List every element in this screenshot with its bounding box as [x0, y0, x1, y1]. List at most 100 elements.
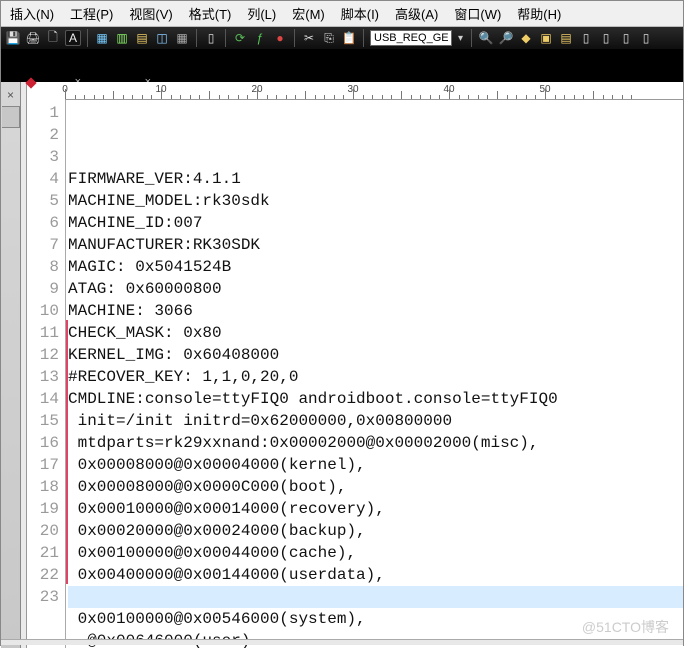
code-line[interactable]: KERNEL_IMG: 0x60408000	[68, 344, 683, 366]
line-number: 15	[27, 410, 59, 432]
collapse-icon[interactable]: ×	[7, 88, 14, 102]
dropdown-icon[interactable]: ▾	[456, 33, 465, 44]
menu-bar: 插入(N) 工程(P) 视图(V) 格式(T) 列(L) 宏(M) 脚本(I) …	[1, 1, 683, 27]
print-icon[interactable]: 🖨	[25, 30, 41, 46]
left-panel-collapsed[interactable]: ×	[1, 82, 21, 648]
tool-icon-5[interactable]: ▦	[174, 30, 190, 46]
refresh-icon[interactable]: ⟳	[232, 30, 248, 46]
code-line[interactable]: init=/init initrd=0x62000000,0x00800000	[68, 410, 683, 432]
doc-icon[interactable]: ▯	[203, 30, 219, 46]
line-number: 23	[27, 586, 59, 608]
line-number: 6	[27, 212, 59, 234]
tool-icon-d[interactable]: ▯	[598, 30, 614, 46]
line-number: 11	[27, 322, 59, 344]
line-number: 17	[27, 454, 59, 476]
line-number: 18	[27, 476, 59, 498]
menu-project[interactable]: 工程(P)	[67, 3, 116, 24]
tool-icon-2[interactable]: ▥	[114, 30, 130, 46]
tool-icon-e[interactable]: ▯	[618, 30, 634, 46]
find-next-icon[interactable]: 🔎	[498, 30, 514, 46]
code-line[interactable]: MACHINE_MODEL:rk30sdk	[68, 190, 683, 212]
search-input[interactable]	[370, 30, 452, 46]
margin-marker	[66, 320, 68, 584]
ruler: 01020304050	[65, 82, 683, 100]
line-number: 10	[27, 300, 59, 322]
editor: 01020304050 1234567891011121314151617181…	[27, 82, 683, 648]
tool-icon-3[interactable]: ▤	[134, 30, 150, 46]
code-area: 1234567891011121314151617181920212223 FI…	[27, 100, 683, 648]
code-line[interactable]: MAGIC: 0x5041524B	[68, 256, 683, 278]
paste-icon[interactable]: 📋	[341, 30, 357, 46]
toolbar-separator	[363, 29, 364, 47]
code-line[interactable]: MANUFACTURER:RK30SDK	[68, 234, 683, 256]
code-line[interactable]: 0x00100000@0x00546000(system),	[68, 608, 683, 630]
code-line[interactable]: 0x00400000@0x00144000(userdata),	[68, 564, 683, 586]
line-number: 2	[27, 124, 59, 146]
tool-icon-b[interactable]: ▤	[558, 30, 574, 46]
code-line[interactable]: FIRMWARE_VER:4.1.1	[68, 168, 683, 190]
menu-column[interactable]: 列(L)	[244, 3, 279, 24]
code-line[interactable]: mtdparts=rk29xxnand:0x00002000@0x0000200…	[68, 432, 683, 454]
line-number: 20	[27, 520, 59, 542]
preview-icon[interactable]: 🗋	[45, 30, 61, 46]
code-line[interactable]: 0x00010000@0x00014000(recovery),	[68, 498, 683, 520]
save-icon[interactable]: 💾	[5, 30, 21, 46]
tool-icon-f[interactable]: ▯	[638, 30, 654, 46]
menu-script[interactable]: 脚本(I)	[338, 3, 382, 24]
function-icon[interactable]: ƒ	[252, 30, 268, 46]
line-number: 8	[27, 256, 59, 278]
find-icon[interactable]: 🔍	[478, 30, 494, 46]
menu-advanced[interactable]: 高级(A)	[392, 3, 441, 24]
toolbar-separator	[196, 29, 197, 47]
menu-help[interactable]: 帮助(H)	[514, 3, 564, 24]
code-line[interactable]: 0x00020000@0x00024000(backup),	[68, 520, 683, 542]
toolbar-separator	[225, 29, 226, 47]
toolbar: 💾 🖨 🗋 A ▦ ▥ ▤ ◫ ▦ ▯ ⟳ ƒ ● ✂ ⎘ 📋 ▾ 🔍 🔎 ◆ …	[1, 27, 683, 50]
menu-window[interactable]: 窗口(W)	[451, 3, 504, 24]
work-area: × 01020304050 12345678910111213141516171…	[1, 82, 683, 648]
line-number: 13	[27, 366, 59, 388]
code-line[interactable]: CHECK_MASK: 0x80	[68, 322, 683, 344]
code-line[interactable]: ATAG: 0x60000800	[68, 278, 683, 300]
bookmark-icon[interactable]: ◆	[518, 30, 534, 46]
current-line-highlight	[68, 586, 683, 608]
code-line[interactable]: #RECOVER_KEY: 1,1,0,20,0	[68, 366, 683, 388]
tab-strip: × ×	[1, 50, 683, 82]
code-line[interactable]: 0x00100000@0x00044000(cache),	[68, 542, 683, 564]
font-icon[interactable]: A	[65, 30, 81, 46]
line-number: 12	[27, 344, 59, 366]
editor-tab-active[interactable]: ×	[19, 70, 89, 82]
status-strip	[1, 639, 683, 645]
code-text[interactable]: FIRMWARE_VER:4.1.1MACHINE_MODEL:rk30sdkM…	[65, 100, 683, 648]
line-number: 4	[27, 168, 59, 190]
line-number: 1	[27, 102, 59, 124]
side-tab-icon[interactable]	[2, 106, 20, 128]
code-line[interactable]: MACHINE: 3066	[68, 300, 683, 322]
editor-tab[interactable]: ×	[89, 70, 159, 82]
menu-view[interactable]: 视图(V)	[126, 3, 175, 24]
copy-icon[interactable]: ⎘	[321, 30, 337, 46]
toolbar-separator	[87, 29, 88, 47]
menu-format[interactable]: 格式(T)	[186, 3, 235, 24]
menu-macro[interactable]: 宏(M)	[289, 3, 328, 24]
line-number: 5	[27, 190, 59, 212]
code-line[interactable]: 0x00008000@0x00004000(kernel),	[68, 454, 683, 476]
line-number: 3	[27, 146, 59, 168]
tool-icon-a[interactable]: ▣	[538, 30, 554, 46]
tool-icon-4[interactable]: ◫	[154, 30, 170, 46]
toolbar-separator	[471, 29, 472, 47]
code-line[interactable]: CMDLINE:console=ttyFIQ0 androidboot.cons…	[68, 388, 683, 410]
line-number: 14	[27, 388, 59, 410]
line-number: 21	[27, 542, 59, 564]
menu-insert[interactable]: 插入(N)	[7, 3, 57, 24]
tool-icon-c[interactable]: ▯	[578, 30, 594, 46]
line-number: 7	[27, 234, 59, 256]
code-line[interactable]: MACHINE_ID:007	[68, 212, 683, 234]
line-number: 16	[27, 432, 59, 454]
cut-icon[interactable]: ✂	[301, 30, 317, 46]
line-numbers: 1234567891011121314151617181920212223	[27, 100, 65, 648]
stop-icon[interactable]: ●	[272, 30, 288, 46]
code-line[interactable]: 0x00008000@0x0000C000(boot),	[68, 476, 683, 498]
toolbar-separator	[294, 29, 295, 47]
tool-icon-1[interactable]: ▦	[94, 30, 110, 46]
